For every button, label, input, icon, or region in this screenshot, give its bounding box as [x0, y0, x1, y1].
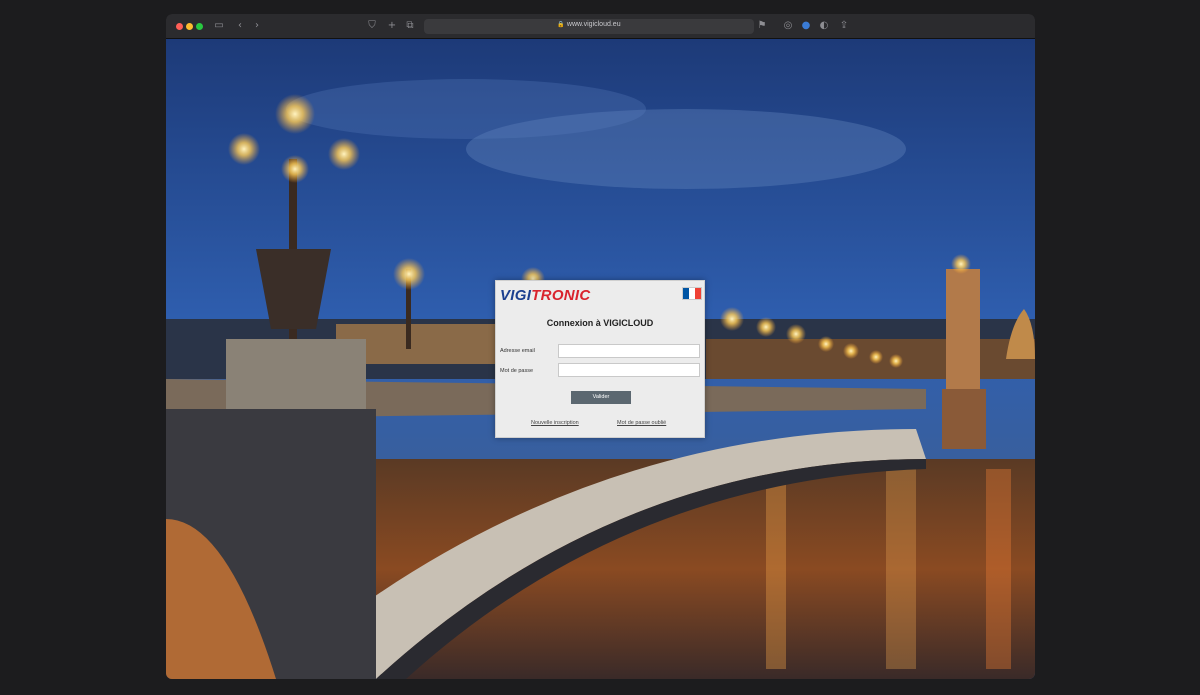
close-window-button[interactable]: [176, 23, 183, 30]
address-bar-text: 🔒 www.vigicloud.eu: [424, 21, 754, 28]
forgot-password-link[interactable]: Mot de passe oublié: [617, 420, 666, 426]
logo-text-tronic: TRONIC: [531, 287, 591, 304]
email-field[interactable]: [558, 344, 700, 358]
tabs-overview-icon[interactable]: ⧉: [404, 20, 416, 32]
password-field[interactable]: [558, 363, 700, 377]
dark-mode-icon[interactable]: ◐: [818, 20, 830, 32]
shield-icon[interactable]: ⛉: [366, 20, 378, 32]
sidebar-icon[interactable]: ▭: [213, 20, 225, 32]
zoom-window-button[interactable]: [196, 23, 203, 30]
translate-icon[interactable]: ⚑: [756, 20, 768, 32]
page-content: VIGITRONIC Connexion à VIGICLOUD Adresse…: [166, 39, 1035, 679]
password-label: Mot de passe: [500, 368, 534, 374]
url-text: www.vigicloud.eu: [566, 21, 621, 28]
address-bar[interactable]: 🔒 www.vigicloud.eu: [424, 19, 754, 34]
lock-icon: 🔒: [557, 22, 565, 28]
browser-toolbar: ▭ ‹ › ⛉ + ⧉ 🔒 www.vigicloud.eu ⚑ ◎ ● ◐ ⇪: [166, 14, 1035, 39]
back-arrow-icon[interactable]: ‹: [234, 20, 246, 32]
email-label: Adresse email: [500, 348, 535, 354]
vigitronic-logo: VIGITRONIC: [500, 287, 591, 304]
submit-button[interactable]: Valider: [571, 391, 631, 404]
minimize-window-button[interactable]: [186, 23, 193, 30]
logo-text-vigi: VIGI: [500, 287, 532, 304]
signup-link[interactable]: Nouvelle inscription: [531, 420, 579, 426]
new-tab-plus-icon[interactable]: +: [386, 20, 398, 32]
login-title: Connexion à VIGICLOUD: [546, 318, 654, 328]
french-flag-icon[interactable]: [682, 287, 702, 300]
extension-icon[interactable]: ◎: [782, 20, 794, 32]
browser-window: ▭ ‹ › ⛉ + ⧉ 🔒www.vigicloud.eu ⚑ ◎ ● ◐ ⇪: [166, 14, 1035, 679]
login-dialog: VIGITRONIC Connexion à VIGICLOUD Adresse…: [495, 280, 705, 438]
forward-arrow-icon[interactable]: ›: [251, 20, 263, 32]
share-icon[interactable]: ⇪: [838, 20, 850, 32]
profile-icon[interactable]: ●: [800, 20, 812, 32]
